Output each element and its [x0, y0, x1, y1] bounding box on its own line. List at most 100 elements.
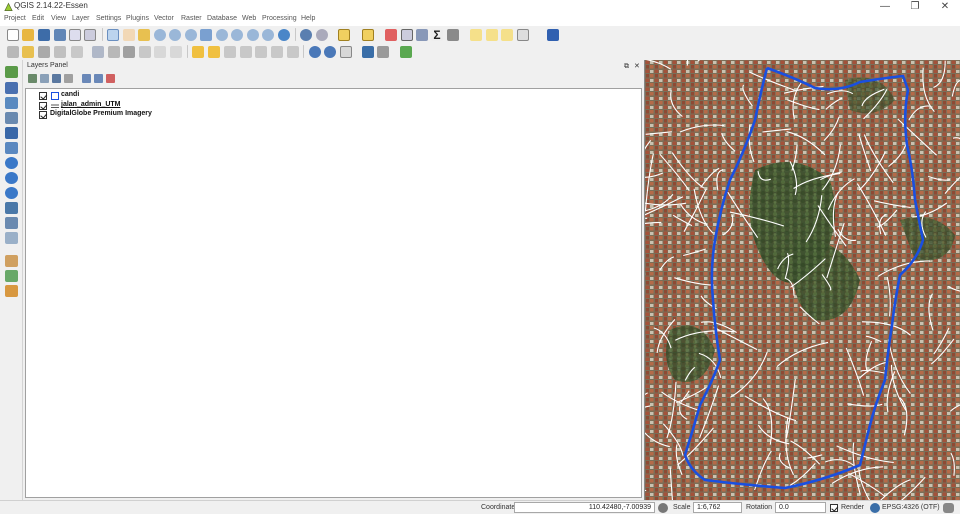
field-calculator-icon[interactable]: [416, 29, 428, 41]
refresh-icon[interactable]: [278, 29, 290, 41]
openlayers-plugin-icon[interactable]: [309, 46, 321, 58]
text-annotation-icon[interactable]: [517, 29, 529, 41]
run-feature-action-icon[interactable]: [316, 29, 328, 41]
move-feature-icon[interactable]: [71, 46, 83, 58]
maximize-button[interactable]: ❐: [900, 0, 930, 14]
new-project-icon[interactable]: [7, 29, 19, 41]
messages-icon[interactable]: [943, 503, 954, 513]
attribute-table-icon[interactable]: [401, 29, 413, 41]
add-wcs-layer-icon[interactable]: [5, 172, 18, 184]
help-icon[interactable]: [547, 29, 559, 41]
layer-visibility-checkbox[interactable]: [39, 111, 47, 119]
osm-icon[interactable]: [340, 46, 352, 58]
toggle-extents-icon[interactable]: [658, 503, 668, 513]
current-edits-icon[interactable]: [7, 46, 19, 58]
show-hide-labels-icon[interactable]: [240, 46, 252, 58]
menu-web[interactable]: Web: [242, 15, 256, 22]
menu-plugins[interactable]: Plugins: [126, 15, 149, 22]
add-spatialite-layer-icon[interactable]: [5, 112, 18, 124]
add-wfs-layer-icon[interactable]: [5, 187, 18, 199]
filter-legend-icon[interactable]: [52, 74, 61, 83]
deselect-icon[interactable]: [385, 29, 397, 41]
zoom-actual-icon[interactable]: [185, 29, 197, 41]
save-project-icon[interactable]: [38, 29, 50, 41]
new-bookmark-icon[interactable]: [486, 29, 498, 41]
delete-selected-icon[interactable]: [108, 46, 120, 58]
quickmapservices-icon[interactable]: [324, 46, 336, 58]
composer-manager-icon[interactable]: [84, 29, 96, 41]
add-vector-layer-icon[interactable]: [5, 66, 18, 78]
cut-features-icon[interactable]: [123, 46, 135, 58]
menu-layer[interactable]: Layer: [72, 15, 90, 22]
toggle-editing-icon[interactable]: [22, 46, 34, 58]
python-console-icon[interactable]: [362, 46, 374, 58]
paste-features-icon[interactable]: [154, 46, 166, 58]
zoom-next-icon[interactable]: [262, 29, 274, 41]
layer-item-candi[interactable]: candi: [36, 91, 336, 101]
layer-visibility-checkbox[interactable]: [39, 92, 47, 100]
collapse-all-icon[interactable]: [94, 74, 103, 83]
menu-edit[interactable]: Edit: [32, 15, 44, 22]
zoom-selection-icon[interactable]: [216, 29, 228, 41]
zoom-last-icon[interactable]: [247, 29, 259, 41]
change-label-icon[interactable]: [287, 46, 299, 58]
undo-icon[interactable]: [170, 46, 182, 58]
crs-globe-icon[interactable]: [870, 503, 880, 513]
menu-raster[interactable]: Raster: [181, 15, 202, 22]
layer-visibility-checkbox[interactable]: [39, 102, 47, 110]
map-tips-icon[interactable]: [470, 29, 482, 41]
highlight-pinned-labels-icon[interactable]: [224, 46, 236, 58]
processing-toolbox-icon[interactable]: [400, 46, 412, 58]
zoom-in-icon[interactable]: [154, 29, 166, 41]
minimize-button[interactable]: —: [870, 0, 900, 14]
pin-labels-icon[interactable]: [208, 46, 220, 58]
filter-expression-icon[interactable]: [64, 74, 73, 83]
menu-database[interactable]: Database: [207, 15, 237, 22]
add-delimited-text-icon[interactable]: [5, 202, 18, 214]
map-canvas[interactable]: [644, 60, 960, 500]
close-button[interactable]: ✕: [930, 0, 960, 14]
scale-combobox[interactable]: 1:6,762: [693, 502, 742, 513]
menu-view[interactable]: View: [51, 15, 66, 22]
render-checkbox[interactable]: [830, 504, 838, 512]
coordinate-field[interactable]: 110.42480,-7.00939: [514, 502, 655, 513]
expand-all-icon[interactable]: [82, 74, 91, 83]
add-mssql-layer-icon[interactable]: [5, 127, 18, 139]
identify-icon[interactable]: [300, 29, 312, 41]
move-label-icon[interactable]: [255, 46, 267, 58]
add-wms-layer-icon[interactable]: [5, 157, 18, 169]
menu-vector[interactable]: Vector: [154, 15, 174, 22]
georeferencer-icon[interactable]: [5, 270, 18, 282]
open-project-icon[interactable]: [22, 29, 34, 41]
panel-close-button[interactable]: ✕: [634, 61, 640, 72]
new-gpx-layer-icon[interactable]: [5, 255, 18, 267]
panel-float-button[interactable]: ⧉: [624, 61, 629, 72]
statistics-sum-icon[interactable]: Σ: [431, 29, 443, 41]
touch-zoom-icon[interactable]: [107, 29, 119, 41]
add-virtual-layer-icon[interactable]: [5, 217, 18, 229]
grid-tool-icon[interactable]: [377, 46, 389, 58]
add-raster-layer-icon[interactable]: [5, 82, 18, 94]
raster-calculator-icon[interactable]: [5, 285, 18, 297]
rotate-label-icon[interactable]: [271, 46, 283, 58]
pan-to-selection-icon[interactable]: [138, 29, 150, 41]
add-group-icon[interactable]: [40, 74, 49, 83]
measure-icon[interactable]: [447, 29, 459, 41]
layer-item-digitalglobe[interactable]: DigitalGlobe Premium Imagery: [36, 110, 336, 120]
save-edits-icon[interactable]: [38, 46, 50, 58]
menu-processing[interactable]: Processing: [262, 15, 297, 22]
save-as-icon[interactable]: [54, 29, 66, 41]
select-by-value-icon[interactable]: [362, 29, 374, 41]
layer-styling-icon[interactable]: [28, 74, 37, 83]
print-composer-icon[interactable]: [69, 29, 81, 41]
zoom-full-icon[interactable]: [200, 29, 212, 41]
add-postgis-layer-icon[interactable]: [5, 97, 18, 109]
crs-status[interactable]: EPSG:4326 (OTF): [882, 504, 940, 511]
new-shapefile-icon[interactable]: [5, 232, 18, 244]
zoom-out-icon[interactable]: [169, 29, 181, 41]
menu-project[interactable]: Project: [4, 15, 26, 22]
remove-layer-icon[interactable]: [106, 74, 115, 83]
rotation-spinbox[interactable]: 0.0: [775, 502, 826, 513]
menu-settings[interactable]: Settings: [96, 15, 121, 22]
pan-icon[interactable]: [123, 29, 135, 41]
